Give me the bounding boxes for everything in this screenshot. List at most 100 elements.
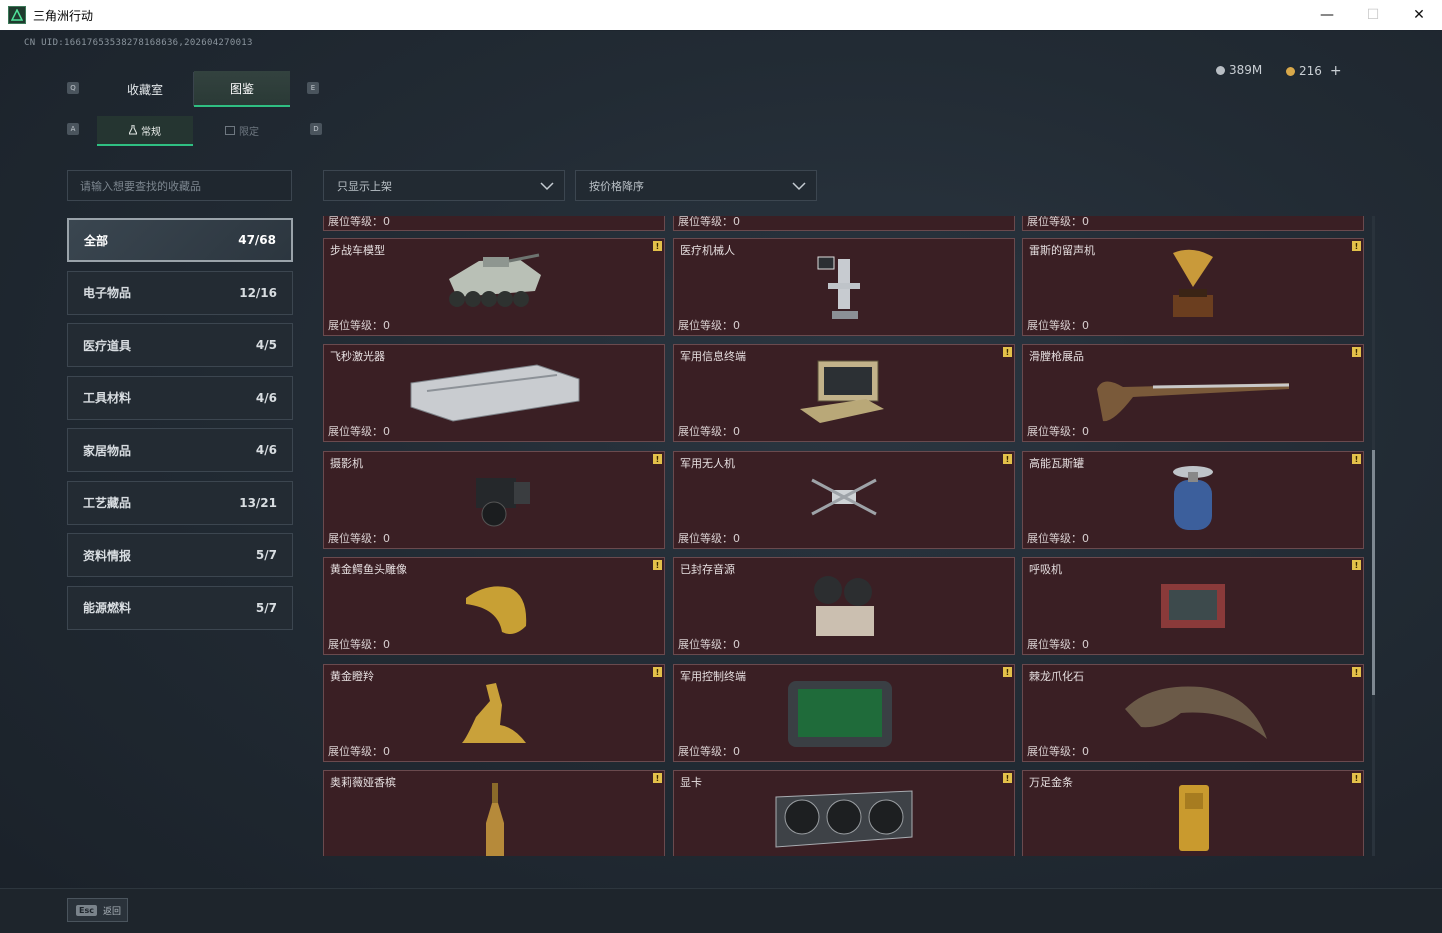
minimize-button[interactable]: — [1304,0,1350,30]
maximize-button[interactable]: ☐ [1350,0,1396,30]
item-level: 展位等级：0 [678,216,740,228]
category-item[interactable]: 医疗道具 4/5 [67,323,293,367]
champagne-icon [484,783,506,856]
item-card[interactable]: 黄金瞪羚 展位等级：0! [323,664,665,762]
item-name: 棘龙爪化石 [1029,670,1084,683]
item-card[interactable]: 飞秒激光器 展位等级：0 [323,344,665,442]
item-level: 展位等级：0 [1027,216,1089,228]
sort-dropdown[interactable]: 按价格降序 [575,170,817,201]
item-card[interactable]: 棘龙爪化石 展位等级：0! [1022,664,1364,762]
item-level: 展位等级：0 [328,425,390,438]
item-card[interactable]: 滑膛枪展品 展位等级：0! [1022,344,1364,442]
silver-coin-icon [1216,65,1225,75]
item-name: 万足金条 [1029,776,1073,789]
category-label: 全部 [84,233,109,248]
item-level: 展位等级：0 [678,319,740,332]
sort-value: 按价格降序 [589,179,644,193]
flask-icon [129,125,137,135]
reel-recorder-icon [808,572,878,644]
back-button[interactable]: Esc 返回 [67,898,128,922]
tab-catalog[interactable]: 图鉴 [194,71,290,107]
category-item[interactable]: 能源燃料 5/7 [67,585,293,630]
item-card[interactable]: 黄金鳄鱼头雕像 展位等级：0! [323,557,665,655]
item-card[interactable]: 步战车模型 展位等级：0! [323,238,665,336]
item-card[interactable]: 医疗机械人展位等级：0 [673,238,1015,336]
key-hint-a: A [67,123,79,135]
window-title: 三角洲行动 [33,8,94,23]
category-item[interactable]: 工具材料 4/6 [67,375,293,420]
category-label: 医疗道具 [83,338,132,353]
item-card[interactable]: 显卡! [673,770,1015,856]
scrollbar-thumb[interactable] [1372,450,1375,695]
item-card-partial[interactable]: 展位等级：0 [673,216,1015,231]
shelf-filter-value: 只显示上架 [337,179,392,193]
tab-collection-room[interactable]: 收藏室 [97,72,194,106]
category-item[interactable]: 资料情报 5/7 [67,533,293,577]
item-level: 展位等级：0 [1027,532,1089,545]
category-count: 13/21 [239,495,277,510]
item-name: 军用信息终端 [680,350,746,363]
item-name: 医疗机械人 [680,244,735,257]
ifv-model-icon [439,249,549,323]
gold-coin-icon [1286,66,1295,76]
item-card[interactable]: 雷斯的留声机 展位等级：0! [1022,238,1364,336]
window-titlebar: 三角洲行动 — ☐ ✕ [0,0,1442,30]
item-name: 滑膛枪展品 [1029,350,1084,363]
item-card-partial[interactable]: 展位等级：0 [1022,216,1364,231]
item-name: 军用无人机 [680,457,735,470]
item-level: 展位等级：0 [328,319,390,332]
item-name: 雷斯的留声机 [1029,244,1095,257]
musket-icon [1093,365,1293,429]
item-level: 展位等级：0 [328,532,390,545]
item-card[interactable]: 高能瓦斯罐 展位等级：0! [1022,451,1364,549]
drone-icon [804,468,884,532]
category-item[interactable]: 全部 47/68 [67,218,293,262]
item-card[interactable]: 军用无人机 展位等级：0! [673,451,1015,549]
close-button[interactable]: ✕ [1396,0,1442,30]
gold-croc-icon [458,574,534,644]
new-badge-icon: ! [1003,454,1012,464]
item-card[interactable]: 奥莉薇娅香槟! [323,770,665,856]
new-badge-icon: ! [653,241,662,251]
category-item[interactable]: 电子物品 12/16 [67,270,293,315]
gold-bar-icon [1177,783,1211,856]
add-currency-button[interactable]: + [1330,63,1342,79]
subtab-normal-label: 常规 [141,126,161,138]
item-card[interactable]: 摄影机 展位等级：0! [323,451,665,549]
category-count: 5/7 [255,600,277,615]
category-count: 5/7 [255,548,277,562]
category-count: 4/5 [255,338,277,352]
subtab-limited[interactable]: 限定 [194,116,290,144]
category-item[interactable]: 工艺藏品 13/21 [67,480,293,525]
item-card[interactable]: 呼吸机 展位等级：0! [1022,557,1364,655]
item-name: 黄金鳄鱼头雕像 [330,563,407,576]
gas-tank-icon [1168,462,1218,542]
item-level: 展位等级：0 [678,745,740,758]
item-card-partial[interactable]: 展位等级：0 [323,216,665,231]
category-label: 能源燃料 [83,601,132,615]
app-logo-icon [8,6,26,24]
item-card[interactable]: 军用信息终端 展位等级：0! [673,344,1015,442]
shelf-filter-dropdown[interactable]: 只显示上架 [323,170,565,201]
item-card[interactable]: 已封存音源 展位等级：0 [673,557,1015,655]
item-level: 展位等级：0 [1027,319,1089,332]
claw-fossil-icon [1121,679,1271,747]
frame-icon [225,125,235,135]
ventilator-icon [1157,578,1229,638]
subtab-normal[interactable]: 常规 [97,116,193,146]
new-badge-icon: ! [1352,454,1361,464]
category-label: 家居物品 [83,443,132,458]
item-card[interactable]: 军用控制终端 展位等级：0! [673,664,1015,762]
search-input[interactable]: 请输入想要查找的收藏品 [67,170,292,201]
category-label: 资料情报 [83,548,132,563]
category-item[interactable]: 家居物品 4/6 [67,428,293,472]
new-badge-icon: ! [1352,773,1361,783]
item-card[interactable]: 万足金条! [1022,770,1364,856]
grid-scrollbar[interactable] [1372,216,1375,856]
new-badge-icon: ! [653,667,662,677]
camera-icon [458,466,534,534]
category-label: 电子物品 [83,286,132,300]
new-badge-icon: ! [653,773,662,783]
silver-amount: 389M [1229,63,1263,77]
item-name: 呼吸机 [1029,563,1062,576]
